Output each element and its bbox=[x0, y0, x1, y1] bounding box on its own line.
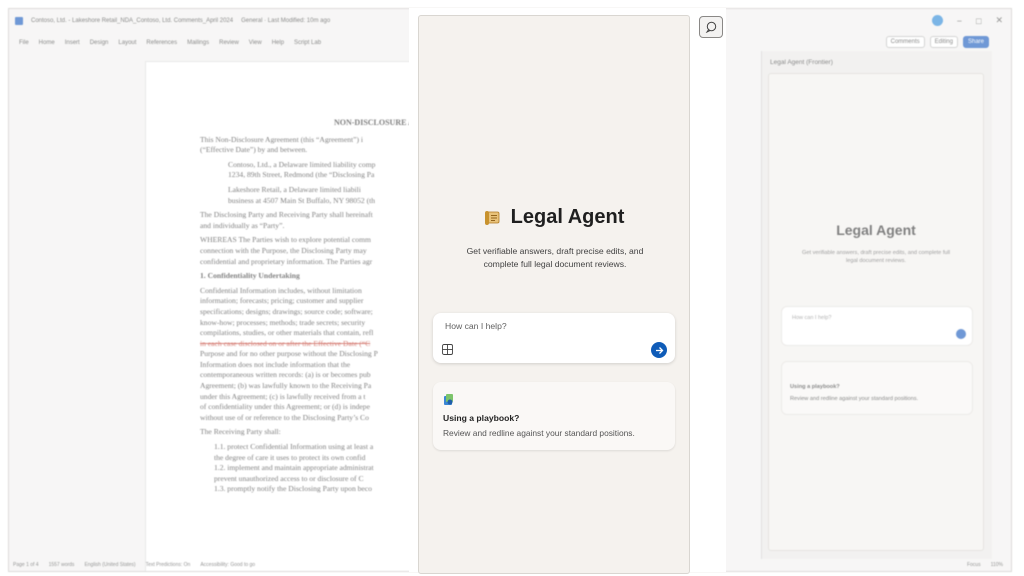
tab-insert[interactable]: Insert bbox=[65, 40, 80, 46]
ribbon-right-actions: Comments Editing Share bbox=[885, 36, 989, 48]
tab-script-lab[interactable]: Script Lab bbox=[294, 40, 321, 46]
doc-line: The Disclosing Party and Receiving Party… bbox=[200, 210, 373, 230]
agent-subtitle: Get verifiable answers, draft precise ed… bbox=[466, 246, 644, 269]
word-count[interactable]: 1557 words bbox=[49, 562, 75, 568]
playbook-title: Using a playbook? bbox=[443, 413, 520, 423]
agent-title: Legal Agent bbox=[510, 206, 625, 228]
tab-mailings[interactable]: Mailings bbox=[187, 40, 209, 46]
tab-view[interactable]: View bbox=[249, 40, 262, 46]
side-pane-heading: Legal Agent bbox=[836, 222, 916, 238]
language[interactable]: English (United States) bbox=[84, 562, 135, 568]
playbook-card[interactable]: Using a playbook? Review and redline aga… bbox=[433, 382, 675, 450]
tab-home[interactable]: Home bbox=[39, 40, 55, 46]
tab-design[interactable]: Design bbox=[90, 40, 109, 46]
word-app-icon bbox=[15, 17, 23, 25]
document-page[interactable]: NON-DISCLOSURE AG This Non-Disclosure Ag… bbox=[145, 61, 447, 571]
focus-mode[interactable]: Focus bbox=[967, 562, 981, 568]
side-pane-card-desc: Review and redline against your standard… bbox=[790, 396, 919, 402]
doc-line: The Receiving Party shall: bbox=[200, 427, 281, 437]
agent-brand: Legal Agent bbox=[419, 206, 689, 229]
side-pane-content: Legal Agent Get verifiable answers, draf… bbox=[768, 73, 984, 551]
scroll-icon bbox=[484, 210, 500, 225]
editing-mode-button[interactable]: Editing bbox=[929, 36, 958, 48]
document-heading: NON-DISCLOSURE AG bbox=[333, 118, 420, 127]
side-pane-subtitle: Get verifiable answers, draft precise ed… bbox=[802, 250, 950, 264]
side-pane-placeholder: How can I help? bbox=[792, 315, 832, 321]
doc-line: 1.1. protect Confidential Information us… bbox=[214, 442, 374, 494]
legal-agent-panel: Legal Agent Get verifiable answers, draf… bbox=[409, 8, 726, 574]
doc-line: Contoso, Ltd., a Delaware limited liabil… bbox=[228, 159, 376, 180]
prompt-placeholder: How can I help? bbox=[445, 321, 507, 331]
tab-review[interactable]: Review bbox=[219, 40, 239, 46]
zoom-level[interactable]: 110% bbox=[991, 562, 1003, 568]
send-button[interactable] bbox=[651, 342, 667, 358]
doc-line: Lakeshore Retail, a Delaware limited lia… bbox=[228, 184, 376, 205]
side-pane-card-title: Using a playbook? bbox=[790, 384, 840, 390]
accessibility-status[interactable]: Accessibility: Good to go bbox=[200, 562, 255, 568]
tracked-deletion: in each case disclosed on or after the E… bbox=[200, 338, 371, 348]
doc-line: This Non-Disclosure Agreement (this “Agr… bbox=[200, 134, 364, 155]
document-title: Contoso, Ltd. - Lakeshore Retail_NDA_Con… bbox=[31, 18, 234, 24]
side-pane-title: Legal Agent (Frontier) bbox=[770, 59, 833, 66]
comments-button[interactable]: Comments bbox=[885, 36, 925, 48]
arrow-right-icon bbox=[655, 346, 663, 354]
doc-line: Confidential Information includes, witho… bbox=[200, 285, 378, 422]
tab-references[interactable]: References bbox=[146, 40, 177, 46]
document-body: NON-DISCLOSURE AG This Non-Disclosure Ag… bbox=[200, 118, 420, 499]
avatar[interactable] bbox=[931, 15, 943, 26]
tab-layout[interactable]: Layout bbox=[118, 40, 136, 46]
page-count[interactable]: Page 1 of 4 bbox=[13, 562, 39, 568]
maximize-button[interactable]: □ bbox=[976, 16, 981, 26]
tab-file[interactable]: File bbox=[19, 40, 29, 46]
send-icon[interactable] bbox=[956, 329, 966, 339]
agent-chat-area: Legal Agent Get verifiable answers, draf… bbox=[418, 15, 690, 574]
side-pane-input[interactable]: How can I help? bbox=[781, 306, 973, 346]
section-heading: 1. Confidentiality Undertaking bbox=[200, 271, 300, 281]
share-button[interactable]: Share bbox=[962, 36, 989, 48]
playbook-description: Review and redline against your standard… bbox=[443, 428, 635, 438]
minimize-button[interactable]: − bbox=[957, 16, 962, 26]
legal-agent-side-pane: Legal Agent (Frontier) Legal Agent Get v… bbox=[761, 51, 992, 559]
prompt-input[interactable]: How can I help? bbox=[433, 313, 675, 363]
side-pane-playbook-card[interactable]: Using a playbook? Review and redline aga… bbox=[781, 361, 973, 415]
tab-help[interactable]: Help bbox=[272, 40, 284, 46]
close-button[interactable]: ✕ bbox=[995, 15, 1003, 26]
chat-bubble-icon bbox=[705, 21, 717, 33]
add-context-icon[interactable] bbox=[442, 344, 453, 355]
window-controls: − □ ✕ bbox=[931, 15, 1003, 26]
doc-line: WHEREAS The Parties wish to explore pote… bbox=[200, 235, 373, 266]
chat-toggle-button[interactable] bbox=[699, 16, 723, 38]
text-predictions[interactable]: Text Predictions: On bbox=[146, 562, 191, 568]
save-status[interactable]: General · Last Modified: 10m ago bbox=[241, 18, 330, 24]
playbook-icon bbox=[444, 394, 453, 405]
